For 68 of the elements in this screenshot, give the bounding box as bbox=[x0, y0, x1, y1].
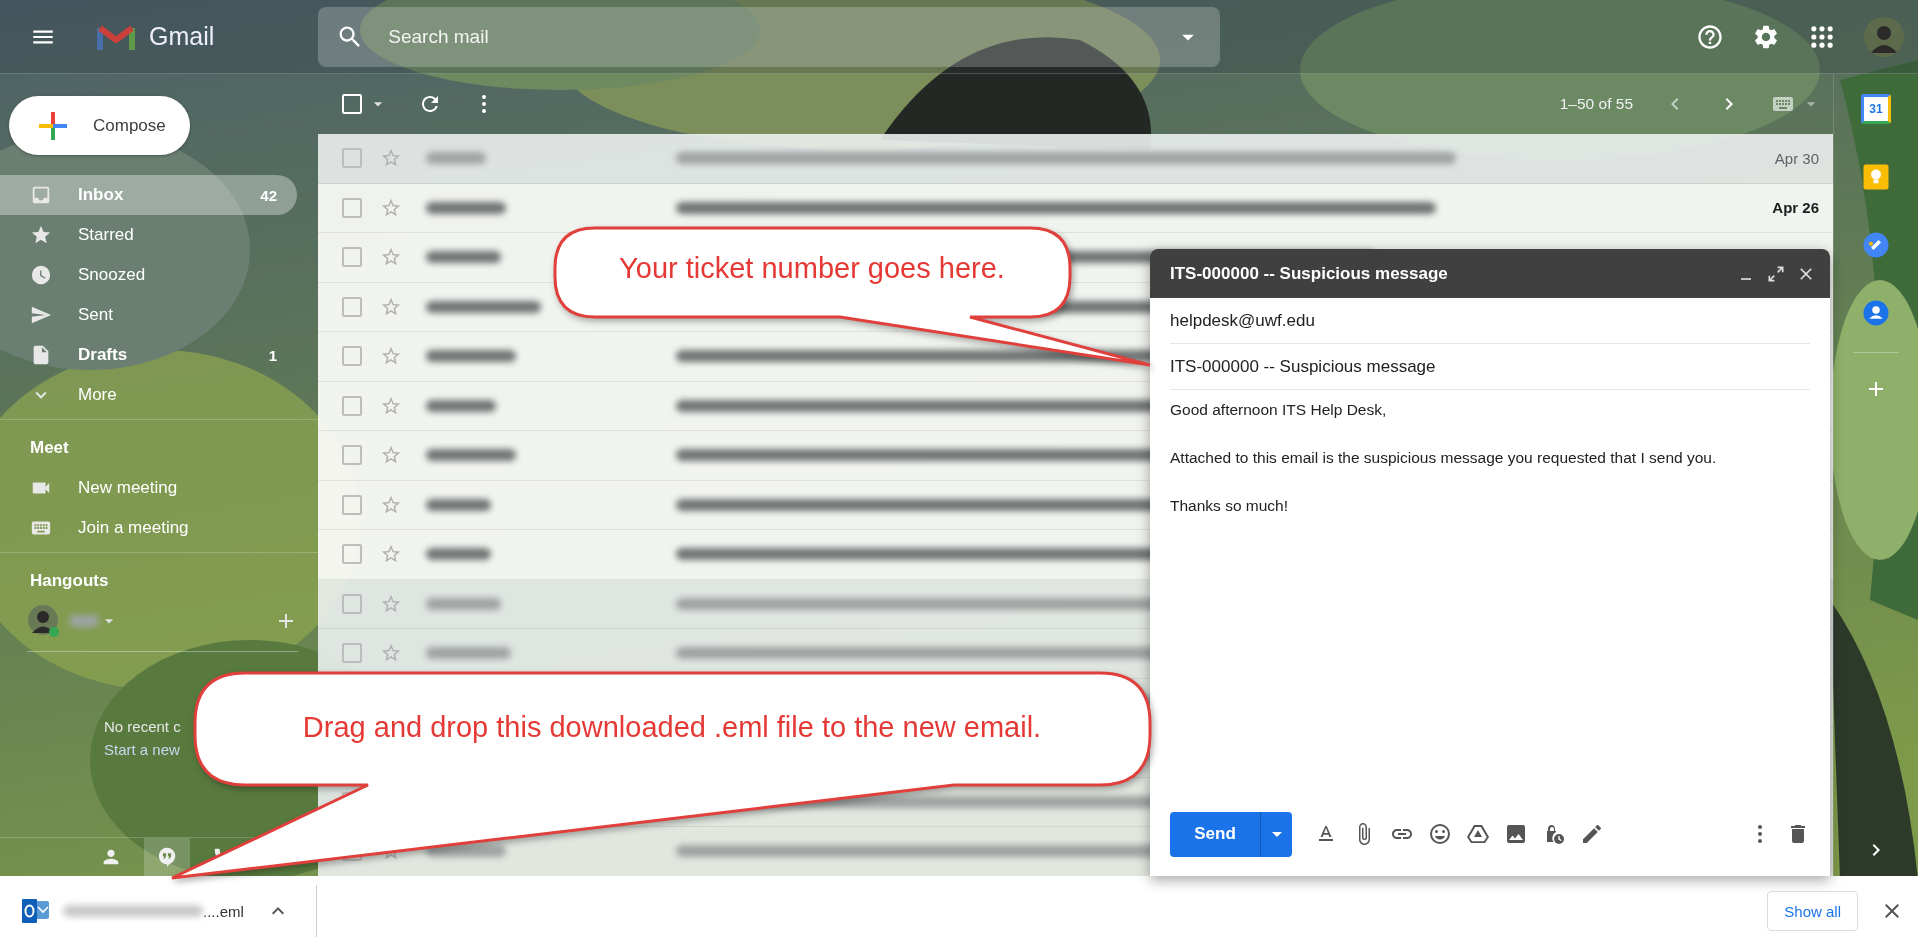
send-icon[interactable] bbox=[30, 304, 52, 326]
contacts-icon[interactable] bbox=[1861, 298, 1891, 328]
search-input[interactable]: Search mail bbox=[386, 24, 1175, 49]
redacted-text bbox=[426, 498, 491, 511]
send-options-button[interactable] bbox=[1260, 811, 1292, 857]
row-checkbox[interactable] bbox=[342, 197, 362, 218]
compose-button[interactable]: Compose bbox=[9, 96, 190, 155]
row-checkbox[interactable] bbox=[342, 247, 362, 268]
row-checkbox[interactable] bbox=[342, 296, 362, 317]
select-all-checkbox[interactable] bbox=[342, 94, 362, 114]
clock-icon[interactable] bbox=[30, 264, 52, 286]
row-checkbox[interactable] bbox=[342, 445, 362, 466]
callout-text: Drag and drop this downloaded .eml file to the new email. bbox=[302, 711, 1042, 744]
row-checkbox[interactable] bbox=[342, 643, 362, 664]
drive-icon[interactable] bbox=[1466, 822, 1490, 846]
redacted-text bbox=[69, 615, 99, 627]
inbox-icon[interactable] bbox=[30, 184, 52, 206]
avatar-icon[interactable] bbox=[27, 604, 61, 638]
outlook-file-icon bbox=[21, 898, 51, 924]
row-checkbox[interactable] bbox=[342, 494, 362, 515]
section-heading: Hangouts bbox=[29, 570, 110, 592]
message-body[interactable]: Good afternoon ITS Help Desk, Attached to this email is the suspicious message you requested that I send you. Thanks so much! bbox=[1150, 390, 1830, 798]
section-heading: Meet bbox=[29, 437, 70, 459]
nav-item[interactable]: More bbox=[0, 375, 297, 415]
empty-message: No recent c bbox=[104, 718, 181, 735]
message-date: Apr 30 bbox=[1774, 149, 1819, 167]
app-name: Gmail bbox=[149, 22, 215, 51]
emoji-icon[interactable] bbox=[1428, 822, 1452, 846]
message-row[interactable]: Apr 30 bbox=[318, 134, 1833, 184]
recipient-field[interactable]: helpdesk@uwf.edu bbox=[1170, 310, 1315, 331]
callout-text: Your ticket number goes here. bbox=[619, 252, 1005, 285]
nav-item[interactable]: Inbox 42 bbox=[0, 175, 297, 215]
meet-item[interactable]: Join a meeting bbox=[0, 508, 297, 548]
row-checkbox[interactable] bbox=[342, 395, 362, 416]
show-all-button[interactable]: Show all bbox=[1767, 891, 1858, 931]
meet-item[interactable]: New meeting bbox=[0, 468, 297, 508]
redacted-text bbox=[426, 152, 486, 165]
avatar-icon[interactable] bbox=[1864, 16, 1904, 57]
page-range: 1–50 of 55 bbox=[1559, 95, 1633, 113]
tasks-icon[interactable] bbox=[1861, 230, 1891, 260]
file-name[interactable]: ....eml bbox=[203, 902, 244, 920]
redacted-text bbox=[426, 548, 491, 561]
row-checkbox[interactable] bbox=[342, 148, 362, 169]
row-checkbox[interactable] bbox=[342, 593, 362, 614]
row-checkbox[interactable] bbox=[342, 346, 362, 367]
row-checkbox[interactable] bbox=[342, 544, 362, 565]
help-icon[interactable] bbox=[1696, 22, 1724, 51]
pen-icon[interactable] bbox=[1580, 822, 1604, 846]
image-icon[interactable] bbox=[1504, 822, 1528, 846]
start-chat-link[interactable]: Start a new bbox=[104, 741, 180, 758]
nav-item[interactable]: Starred bbox=[0, 215, 297, 255]
nav-item[interactable]: Drafts 1 bbox=[0, 335, 297, 375]
search-field[interactable]: Search mail bbox=[318, 6, 1221, 67]
send-button[interactable]: Send bbox=[1170, 811, 1260, 857]
star-icon[interactable] bbox=[30, 224, 52, 246]
body-paragraph: Thanks so much! bbox=[1170, 496, 1290, 516]
compose-title: ITS-000000 -- Suspicious message bbox=[1170, 263, 1449, 284]
nav-item[interactable]: Snoozed bbox=[0, 255, 297, 295]
calendar-icon[interactable]: 31 bbox=[1861, 94, 1891, 124]
subject-field[interactable]: ITS-000000 -- Suspicious message bbox=[1170, 356, 1436, 377]
hangouts-tab[interactable] bbox=[144, 838, 190, 876]
body-paragraph: Attached to this email is the suspicious message you requested that I send you. bbox=[1170, 448, 1718, 468]
quote-bubble-icon[interactable] bbox=[156, 846, 178, 868]
message-row[interactable]: Apr 26 bbox=[318, 183, 1833, 233]
nav-item[interactable]: Sent bbox=[0, 295, 297, 335]
message-date: Apr 26 bbox=[1772, 199, 1819, 217]
body-paragraph: Good afternoon ITS Help Desk, bbox=[1170, 400, 1388, 420]
redacted-text bbox=[426, 399, 496, 412]
